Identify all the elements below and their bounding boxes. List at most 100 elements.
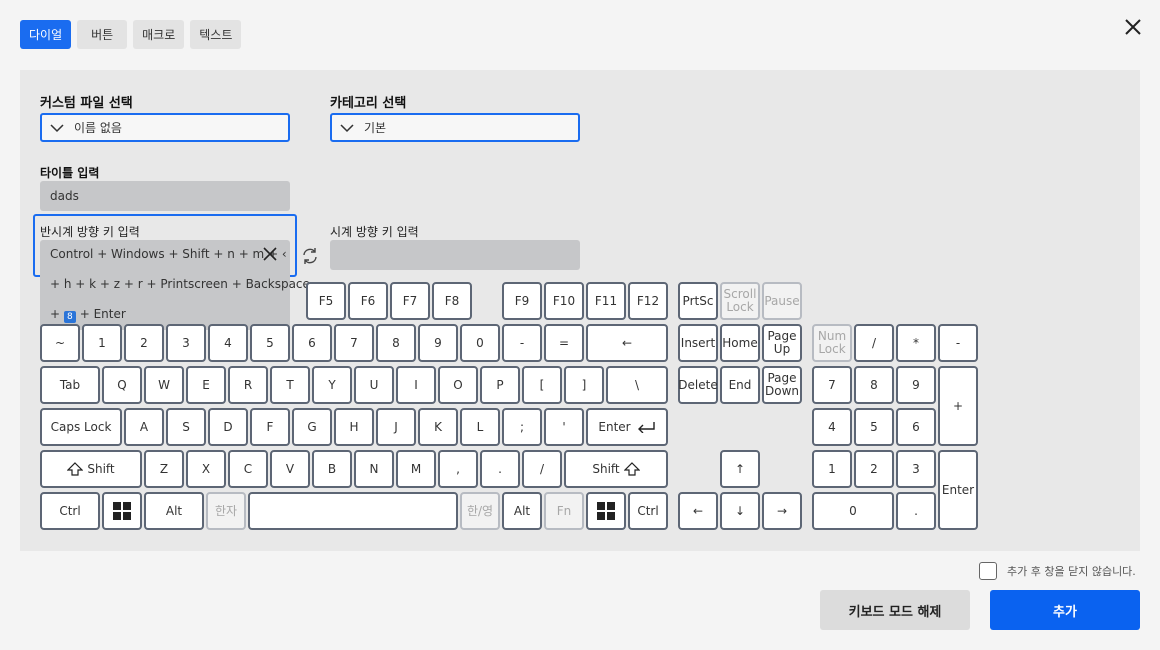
title-input[interactable]: dads <box>40 181 290 211</box>
key-b[interactable]: B <box>312 450 352 488</box>
key-slash[interactable]: / <box>522 450 562 488</box>
key-7[interactable]: 7 <box>334 324 374 362</box>
key-8[interactable]: 8 <box>376 324 416 362</box>
key-0[interactable]: 0 <box>460 324 500 362</box>
close-icon[interactable] <box>1123 17 1143 37</box>
key-j[interactable]: J <box>376 408 416 446</box>
key-n[interactable]: N <box>354 450 394 488</box>
key-numpad-multiply[interactable]: * <box>896 324 936 362</box>
key-comma[interactable]: , <box>438 450 478 488</box>
key-f9[interactable]: F9 <box>502 282 542 320</box>
key-f7[interactable]: F7 <box>390 282 430 320</box>
key-caps-lock[interactable]: Caps Lock <box>40 408 122 446</box>
key-t[interactable]: T <box>270 366 310 404</box>
tab-dial[interactable]: 다이얼 <box>20 20 72 49</box>
key-tab[interactable]: Tab <box>40 366 100 404</box>
add-button[interactable]: 추가 <box>990 590 1140 630</box>
key-p[interactable]: P <box>480 366 520 404</box>
key-left-alt[interactable]: Alt <box>144 492 204 530</box>
key-r[interactable]: R <box>228 366 268 404</box>
key-l[interactable]: L <box>460 408 500 446</box>
key-4[interactable]: 4 <box>208 324 248 362</box>
key-numpad-divide[interactable]: / <box>854 324 894 362</box>
key-numpad-1[interactable]: 1 <box>812 450 852 488</box>
key-k[interactable]: K <box>418 408 458 446</box>
key-m[interactable]: M <box>396 450 436 488</box>
key-left-shift[interactable]: Shift <box>40 450 142 488</box>
key-e[interactable]: E <box>186 366 226 404</box>
key-f11[interactable]: F11 <box>586 282 626 320</box>
key-right-bracket[interactable]: ] <box>564 366 604 404</box>
key-right-shift[interactable]: Shift <box>564 450 668 488</box>
key-q[interactable]: Q <box>102 366 142 404</box>
key-3[interactable]: 3 <box>166 324 206 362</box>
key-home[interactable]: Home <box>720 324 760 362</box>
key-left-bracket[interactable]: [ <box>522 366 562 404</box>
key-arrow-down[interactable]: ↓ <box>720 492 760 530</box>
key-left-ctrl[interactable]: Ctrl <box>40 492 100 530</box>
ccw-key-input[interactable]: Control + Windows + Shift + n + m + ‹ + … <box>40 240 310 330</box>
key-delete[interactable]: Delete <box>678 366 718 404</box>
key-numpad-8[interactable]: 8 <box>854 366 894 404</box>
key-f6[interactable]: F6 <box>348 282 388 320</box>
key-numpad-7[interactable]: 7 <box>812 366 852 404</box>
category-select[interactable]: 기본 <box>330 113 580 142</box>
key-u[interactable]: U <box>354 366 394 404</box>
key-right-ctrl[interactable]: Ctrl <box>628 492 668 530</box>
tab-text[interactable]: 텍스트 <box>190 20 242 49</box>
key-page-up[interactable]: Page Up <box>762 324 802 362</box>
key-s[interactable]: S <box>166 408 206 446</box>
key-numpad-decimal[interactable]: . <box>896 492 936 530</box>
key-y[interactable]: Y <box>312 366 352 404</box>
key-5[interactable]: 5 <box>250 324 290 362</box>
key-equal[interactable]: = <box>544 324 584 362</box>
cw-key-input[interactable] <box>330 240 580 270</box>
key-w[interactable]: W <box>144 366 184 404</box>
key-numpad-subtract[interactable]: - <box>938 324 978 362</box>
key-i[interactable]: I <box>396 366 436 404</box>
no-close-checkbox[interactable] <box>979 562 997 580</box>
key-numpad-5[interactable]: 5 <box>854 408 894 446</box>
key-9[interactable]: 9 <box>418 324 458 362</box>
key-2[interactable]: 2 <box>124 324 164 362</box>
key-left-windows[interactable] <box>102 492 142 530</box>
key-h[interactable]: H <box>334 408 374 446</box>
key-insert[interactable]: Insert <box>678 324 718 362</box>
key-v[interactable]: V <box>270 450 310 488</box>
key-numpad-3[interactable]: 3 <box>896 450 936 488</box>
key-6[interactable]: 6 <box>292 324 332 362</box>
key-backslash[interactable]: \ <box>606 366 668 404</box>
key-end[interactable]: End <box>720 366 760 404</box>
key-backspace[interactable]: ← <box>586 324 668 362</box>
refresh-icon[interactable] <box>300 246 320 266</box>
key-enter[interactable]: Enter <box>586 408 668 446</box>
key-g[interactable]: G <box>292 408 332 446</box>
key-semicolon[interactable]: ; <box>502 408 542 446</box>
key-f12[interactable]: F12 <box>628 282 668 320</box>
key-numpad-2[interactable]: 2 <box>854 450 894 488</box>
tab-macro[interactable]: 매크로 <box>133 20 185 49</box>
key-1[interactable]: 1 <box>82 324 122 362</box>
tab-button[interactable]: 버튼 <box>77 20 128 49</box>
custom-file-select[interactable]: 이름 없음 <box>40 113 290 142</box>
key-f8[interactable]: F8 <box>432 282 472 320</box>
key-right-windows[interactable] <box>586 492 626 530</box>
key-arrow-right[interactable]: → <box>762 492 802 530</box>
clear-icon[interactable] <box>263 247 277 261</box>
key-x[interactable]: X <box>186 450 226 488</box>
key-numpad-6[interactable]: 6 <box>896 408 936 446</box>
key-prtsc[interactable]: PrtSc <box>678 282 718 320</box>
key-period[interactable]: . <box>480 450 520 488</box>
key-o[interactable]: O <box>438 366 478 404</box>
key-f10[interactable]: F10 <box>544 282 584 320</box>
key-arrow-up[interactable]: ↑ <box>720 450 760 488</box>
key-numpad-add[interactable]: + <box>938 366 978 446</box>
key-z[interactable]: Z <box>144 450 184 488</box>
key-numpad-enter[interactable]: Enter <box>938 450 978 530</box>
key-numpad-0[interactable]: 0 <box>812 492 894 530</box>
key-minus[interactable]: - <box>502 324 542 362</box>
key-arrow-left[interactable]: ← <box>678 492 718 530</box>
key-numpad-9[interactable]: 9 <box>896 366 936 404</box>
key-space[interactable] <box>248 492 458 530</box>
key-right-alt[interactable]: Alt <box>502 492 542 530</box>
